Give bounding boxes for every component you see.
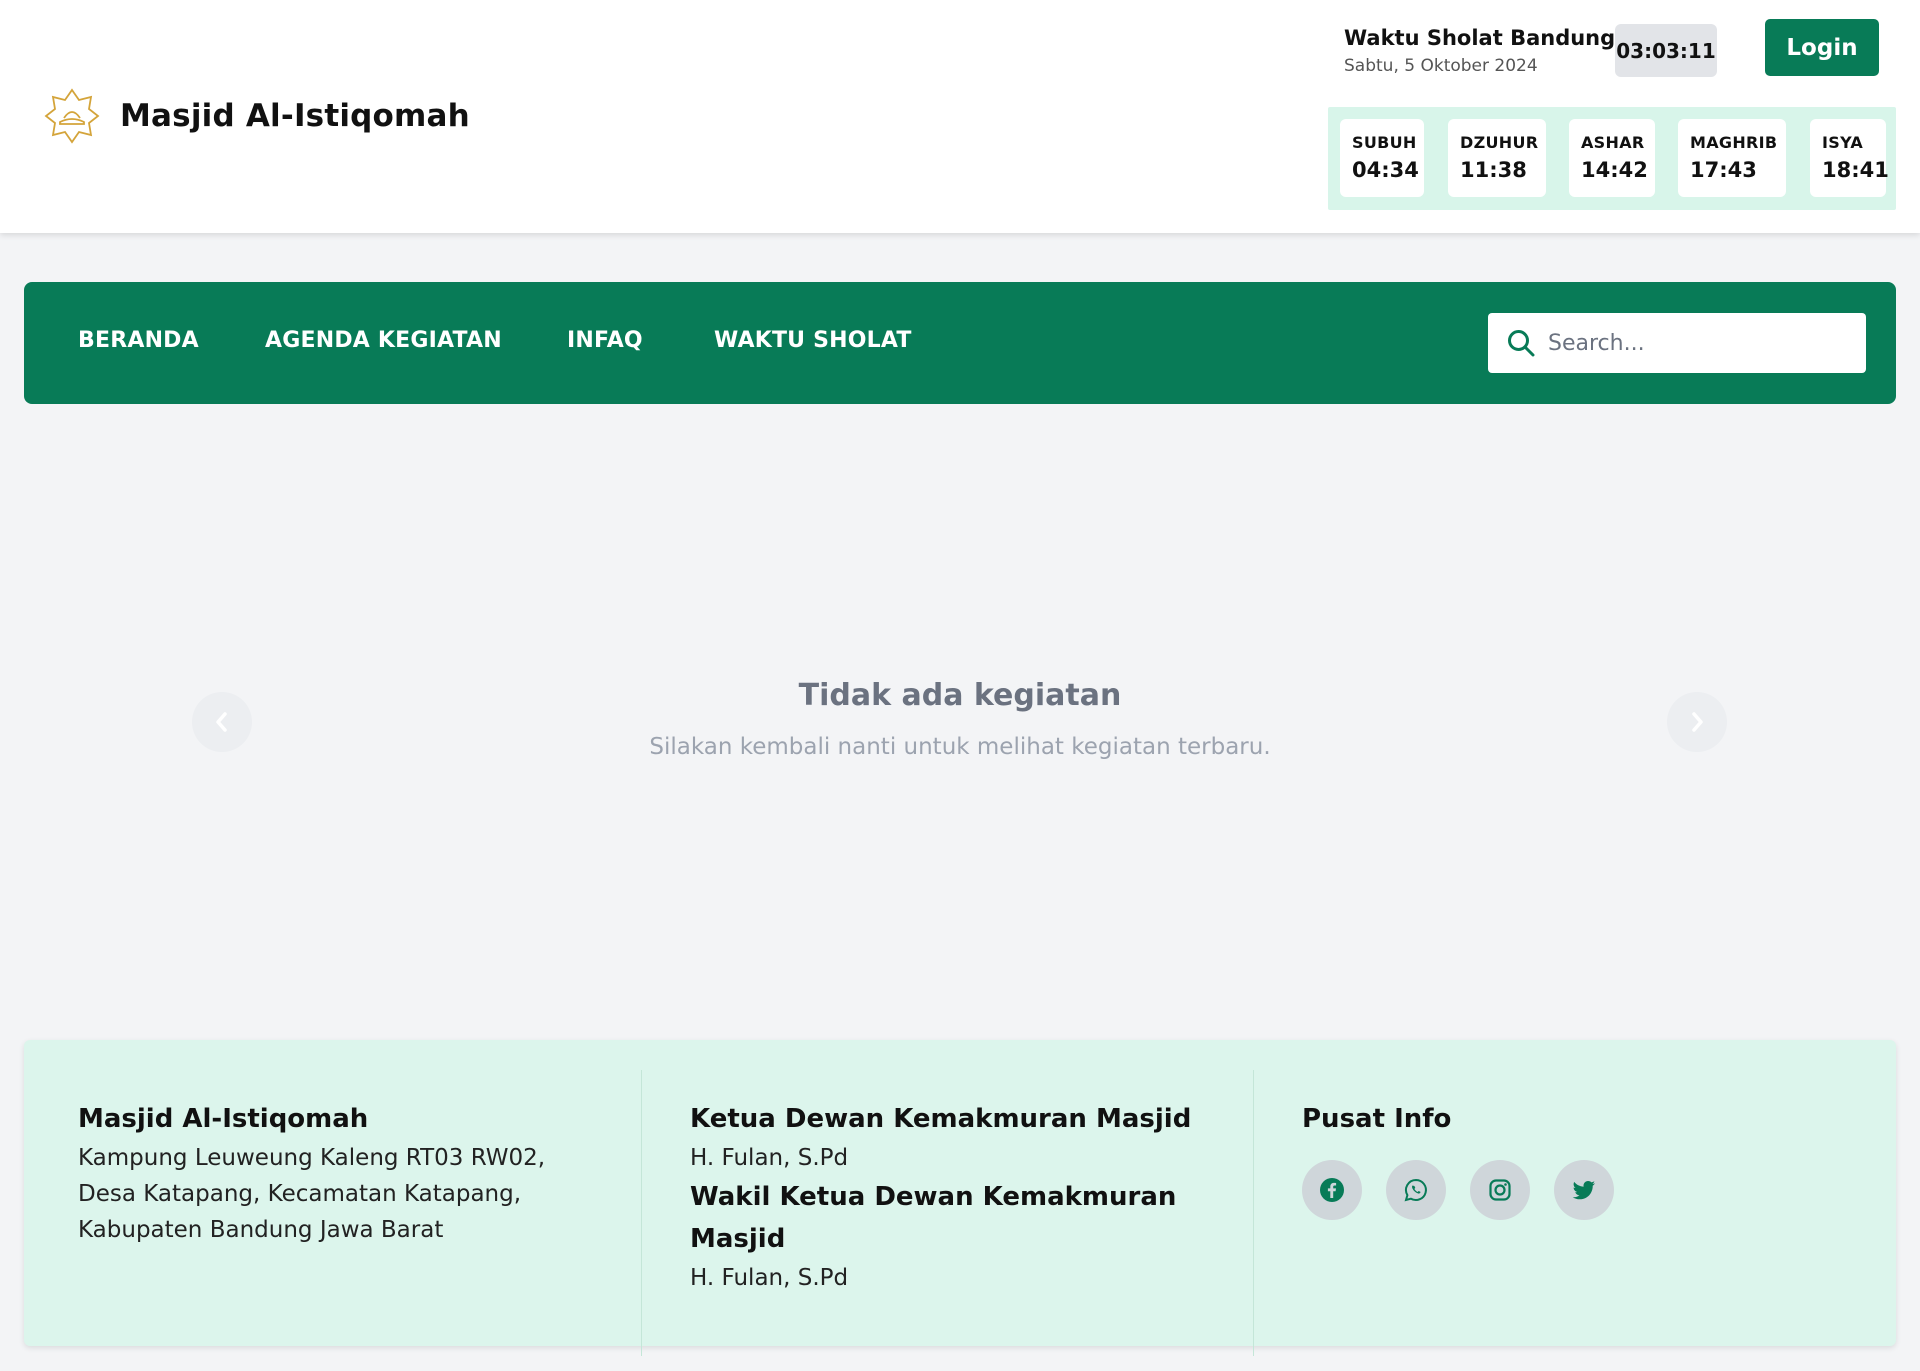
- prayer-time: 17:43: [1690, 158, 1757, 182]
- nav-beranda[interactable]: BERANDA: [78, 328, 199, 353]
- footer-about: Masjid Al-Istiqomah Kampung Leuweung Kal…: [78, 1098, 618, 1248]
- instagram-link[interactable]: [1470, 1160, 1530, 1220]
- prayer-city-title: Waktu Sholat Bandung: [1344, 26, 1616, 50]
- empty-state-subtitle: Silakan kembali nanti untuk melihat kegi…: [649, 734, 1271, 760]
- nav-waktu-sholat[interactable]: WAKTU SHOLAT: [714, 328, 912, 353]
- nav-infaq[interactable]: INFAQ: [567, 328, 643, 353]
- site-footer: Masjid Al-Istiqomah Kampung Leuweung Kal…: [24, 1040, 1896, 1356]
- footer-address-line: Desa Katapang, Kecamatan Katapang,: [78, 1181, 522, 1207]
- main-navbar: BERANDA AGENDA KEGIATAN INFAQ WAKTU SHOL…: [24, 282, 1896, 404]
- whatsapp-icon: [1404, 1178, 1427, 1202]
- login-button[interactable]: Login: [1765, 19, 1879, 76]
- prayer-time: 11:38: [1460, 158, 1527, 182]
- prayer-name: MAGHRIB: [1690, 133, 1778, 152]
- prayer-times-strip: SUBUH 04:34 DZUHUR 11:38 ASHAR 14:42 MAG…: [1328, 107, 1896, 210]
- prayer-name: SUBUH: [1352, 133, 1417, 152]
- prayer-time-card: MAGHRIB 17:43: [1678, 119, 1786, 197]
- footer-info-center: Pusat Info: [1302, 1098, 1862, 1140]
- footer-divider: [641, 1070, 642, 1356]
- facebook-link[interactable]: [1302, 1160, 1362, 1220]
- prayer-info: Waktu Sholat Bandung Sabtu, 5 Oktober 20…: [1344, 26, 1615, 76]
- footer-management: Ketua Dewan Kemakmuran Masjid H. Fulan, …: [690, 1098, 1250, 1296]
- prayer-name: ASHAR: [1581, 133, 1645, 152]
- chevron-right-icon: [1692, 712, 1703, 732]
- prayer-time-card: DZUHUR 11:38: [1448, 119, 1546, 197]
- current-time-clock: 03:03:11: [1615, 24, 1717, 77]
- search-input[interactable]: [1548, 313, 1858, 373]
- facebook-icon: [1320, 1178, 1344, 1202]
- footer-info-title: Pusat Info: [1302, 1104, 1452, 1134]
- footer-vice-title-line: Masjid: [690, 1224, 786, 1254]
- footer-address-line: Kampung Leuweung Kaleng RT03 RW02,: [78, 1145, 546, 1171]
- footer-mosque-name: Masjid Al-Istiqomah: [78, 1104, 369, 1134]
- prayer-time: 04:34: [1352, 158, 1419, 182]
- prayer-time-card: SUBUH 04:34: [1340, 119, 1424, 197]
- instagram-icon: [1489, 1179, 1511, 1201]
- footer-divider: [1253, 1070, 1254, 1356]
- empty-state-title: Tidak ada kegiatan: [798, 678, 1122, 713]
- whatsapp-link[interactable]: [1386, 1160, 1446, 1220]
- prayer-time-card: ASHAR 14:42: [1569, 119, 1655, 197]
- footer-chair-title: Ketua Dewan Kemakmuran Masjid: [690, 1104, 1192, 1134]
- footer-vice-name: H. Fulan, S.Pd: [690, 1265, 849, 1291]
- prayer-time: 18:41: [1822, 158, 1889, 182]
- prayer-time-card: ISYA 18:41: [1810, 119, 1889, 197]
- twitter-icon: [1572, 1181, 1595, 1200]
- prayer-name: DZUHUR: [1460, 133, 1539, 152]
- nav-agenda-kegiatan[interactable]: AGENDA KEGIATAN: [265, 328, 502, 353]
- footer-vice-title-line: Wakil Ketua Dewan Kemakmuran: [690, 1182, 1177, 1212]
- mosque-logo-icon: [44, 88, 100, 144]
- footer-chair-name: H. Fulan, S.Pd: [690, 1145, 849, 1171]
- prayer-time: 14:42: [1581, 158, 1648, 182]
- footer-address-line: Kabupaten Bandung Jawa Barat: [78, 1217, 444, 1243]
- search-box[interactable]: [1488, 313, 1866, 373]
- search-icon: [1508, 330, 1535, 357]
- chevron-left-icon: [216, 712, 227, 732]
- prayer-name: ISYA: [1822, 133, 1864, 152]
- brand[interactable]: Masjid Al-Istiqomah: [44, 88, 470, 144]
- prayer-date: Sabtu, 5 Oktober 2024: [1344, 56, 1538, 76]
- twitter-link[interactable]: [1554, 1160, 1614, 1220]
- brand-name: Masjid Al-Istiqomah: [120, 98, 470, 134]
- site-header: Masjid Al-Istiqomah Waktu Sholat Bandung…: [0, 0, 1920, 233]
